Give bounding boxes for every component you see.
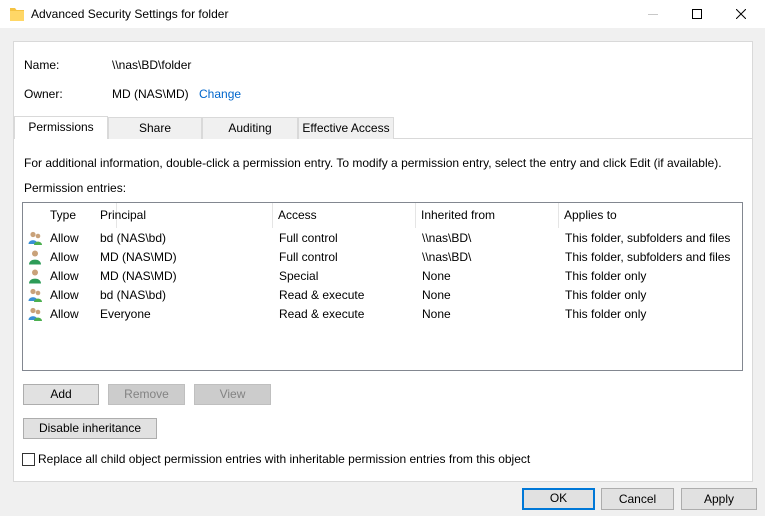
name-value: \\nas\BD\folder	[112, 58, 192, 72]
entry-type: Allow	[50, 307, 79, 321]
entry-inherited-from: \\nas\BD\	[422, 250, 472, 264]
replace-child-permissions-checkbox[interactable]	[22, 453, 35, 466]
group-users-icon	[28, 288, 42, 302]
table-row[interactable]: Allow MD (NAS\MD) Full control \\nas\BD\…	[23, 248, 742, 267]
entry-inherited-from: None	[422, 269, 451, 283]
replace-child-permissions-label: Replace all child object permission entr…	[38, 452, 531, 466]
user-icon	[29, 250, 41, 265]
view-button[interactable]: View	[194, 384, 271, 405]
column-header-applies-to[interactable]: Applies to	[559, 203, 742, 228]
owner-value: MD (NAS\MD)	[112, 87, 189, 101]
apply-button[interactable]: Apply	[681, 488, 757, 510]
owner-label: Owner:	[24, 87, 63, 101]
entry-type: Allow	[50, 269, 79, 283]
entry-inherited-from: None	[422, 307, 451, 321]
entry-type: Allow	[50, 231, 79, 245]
table-row[interactable]: Allow MD (NAS\MD) Special None This fold…	[23, 267, 742, 286]
tab-effective-access[interactable]: Effective Access	[298, 117, 394, 139]
column-header-access[interactable]: Access	[273, 203, 416, 228]
disable-inheritance-button[interactable]: Disable inheritance	[23, 418, 157, 439]
minimize-button[interactable]	[631, 0, 675, 28]
entry-applies-to: This folder only	[565, 269, 647, 283]
maximize-button[interactable]	[675, 0, 719, 28]
maximize-icon	[692, 9, 702, 19]
entry-principal: bd (NAS\bd)	[100, 288, 167, 302]
name-label: Name:	[24, 58, 60, 72]
tab-permissions[interactable]: Permissions	[14, 116, 108, 139]
entry-inherited-from: None	[422, 288, 451, 302]
window-title: Advanced Security Settings for folder	[31, 7, 229, 21]
entry-access: Read & execute	[279, 288, 365, 302]
permission-entries-list[interactable]: Type Principal Access Inherited from App…	[22, 202, 743, 371]
folder-icon	[10, 8, 24, 21]
table-row[interactable]: Allow Everyone Read & execute None This …	[23, 305, 742, 324]
tab-divider	[394, 138, 753, 139]
table-row[interactable]: Allow bd (NAS\bd) Full control \\nas\BD\…	[23, 229, 742, 248]
entry-access: Full control	[279, 250, 338, 264]
column-header-inherited-from[interactable]: Inherited from	[416, 203, 559, 228]
entry-type: Allow	[50, 250, 79, 264]
ok-button[interactable]: OK	[522, 488, 595, 510]
entry-principal: Everyone	[100, 307, 151, 321]
group-users-icon	[28, 231, 42, 245]
tab-share[interactable]: Share	[108, 117, 202, 139]
group-users-icon	[28, 307, 42, 321]
entry-applies-to: This folder only	[565, 307, 647, 321]
entry-principal: bd (NAS\bd)	[100, 231, 167, 245]
permissions-info-text: For additional information, double-click…	[24, 156, 722, 170]
user-icon	[29, 269, 41, 284]
add-button[interactable]: Add	[23, 384, 99, 405]
cancel-button[interactable]: Cancel	[601, 488, 674, 510]
entry-applies-to: This folder, subfolders and files	[565, 231, 731, 245]
entry-applies-to: This folder only	[565, 288, 647, 302]
entry-principal: MD (NAS\MD)	[100, 250, 177, 264]
permission-entries-label: Permission entries:	[24, 181, 127, 195]
column-header-principal[interactable]: Principal	[95, 203, 273, 228]
entry-type: Allow	[50, 288, 79, 302]
entry-access: Full control	[279, 231, 338, 245]
entry-access: Read & execute	[279, 307, 365, 321]
title-bar: Advanced Security Settings for folder	[0, 0, 765, 28]
entry-access: Special	[279, 269, 319, 283]
entry-inherited-from: \\nas\BD\	[422, 231, 472, 245]
entry-principal: MD (NAS\MD)	[100, 269, 177, 283]
close-icon	[736, 9, 746, 19]
table-row[interactable]: Allow bd (NAS\bd) Read & execute None Th…	[23, 286, 742, 305]
owner-change-link[interactable]: Change	[199, 87, 241, 101]
close-button[interactable]	[719, 0, 763, 28]
minimize-icon	[648, 14, 658, 15]
remove-button[interactable]: Remove	[108, 384, 185, 405]
entry-applies-to: This folder, subfolders and files	[565, 250, 731, 264]
tab-auditing[interactable]: Auditing	[202, 117, 298, 139]
